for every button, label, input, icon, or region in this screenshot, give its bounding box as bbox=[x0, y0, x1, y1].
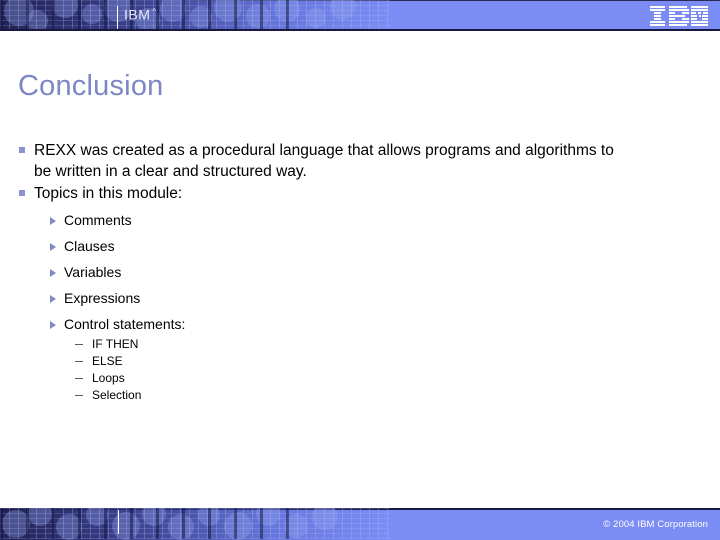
slide-header-band: IBM ^ bbox=[0, 0, 720, 31]
list-item: Topics in this module: Comments Clauses … bbox=[0, 183, 634, 403]
slide-content: REXX was created as a procedural languag… bbox=[0, 140, 720, 412]
header-brand-label: IBM ^ bbox=[124, 4, 157, 23]
bullet-text: Variables bbox=[64, 264, 122, 280]
header-divider-line bbox=[117, 6, 118, 31]
list-item: Variables bbox=[34, 264, 634, 281]
square-bullet-icon bbox=[19, 190, 25, 196]
list-item: Comments bbox=[34, 212, 634, 229]
bullet-text: Topics in this module: bbox=[34, 185, 183, 202]
header-brand-text: IBM bbox=[124, 6, 151, 23]
arrow-bullet-icon bbox=[50, 321, 56, 329]
arrow-bullet-icon bbox=[50, 295, 56, 303]
bullet-list-level1: REXX was created as a procedural languag… bbox=[0, 140, 720, 403]
header-decorative-pattern bbox=[0, 0, 390, 31]
header-trademark-icon: ^ bbox=[152, 7, 157, 16]
bullet-text: Expressions bbox=[64, 290, 141, 306]
bullet-text: Selection bbox=[92, 388, 142, 402]
slide: IBM ^ Conclusion REXX was created as a p… bbox=[0, 0, 720, 540]
page-title: Conclusion bbox=[18, 70, 164, 102]
bullet-list-level3: IF THEN ELSE Loops Selection bbox=[64, 337, 634, 403]
bullet-text: ELSE bbox=[92, 354, 123, 368]
dash-bullet-icon bbox=[75, 361, 83, 362]
dash-bullet-icon bbox=[75, 378, 83, 379]
ibm-logo-icon bbox=[650, 6, 708, 26]
list-item: Control statements: IF THEN ELSE Loops S… bbox=[34, 316, 634, 403]
bullet-text: Loops bbox=[92, 371, 125, 385]
bullet-text: REXX was created as a procedural languag… bbox=[34, 142, 614, 180]
list-item: Clauses bbox=[34, 238, 634, 255]
bullet-text: Clauses bbox=[64, 238, 115, 254]
footer-decorative-bars bbox=[0, 508, 300, 539]
dash-bullet-icon bbox=[75, 344, 83, 345]
list-item: REXX was created as a procedural languag… bbox=[0, 140, 634, 182]
list-item: Loops bbox=[64, 371, 634, 386]
list-item: Selection bbox=[64, 388, 634, 403]
list-item: Expressions bbox=[34, 290, 634, 307]
footer-decorative-pattern bbox=[0, 508, 390, 540]
list-item: IF THEN bbox=[64, 337, 634, 352]
bullet-text: IF THEN bbox=[92, 337, 139, 351]
footer-divider-line bbox=[118, 510, 119, 534]
list-item: ELSE bbox=[64, 354, 634, 369]
slide-footer-band: © 2004 IBM Corporation bbox=[0, 508, 720, 540]
bullet-text: Comments bbox=[64, 212, 132, 228]
arrow-bullet-icon bbox=[50, 269, 56, 277]
dash-bullet-icon bbox=[75, 395, 83, 396]
arrow-bullet-icon bbox=[50, 243, 56, 251]
square-bullet-icon bbox=[19, 147, 25, 153]
bullet-text: Control statements: bbox=[64, 316, 186, 332]
arrow-bullet-icon bbox=[50, 217, 56, 225]
copyright-notice: © 2004 IBM Corporation bbox=[603, 519, 708, 530]
bullet-list-level2: Comments Clauses Variables Expressions C… bbox=[34, 212, 634, 403]
